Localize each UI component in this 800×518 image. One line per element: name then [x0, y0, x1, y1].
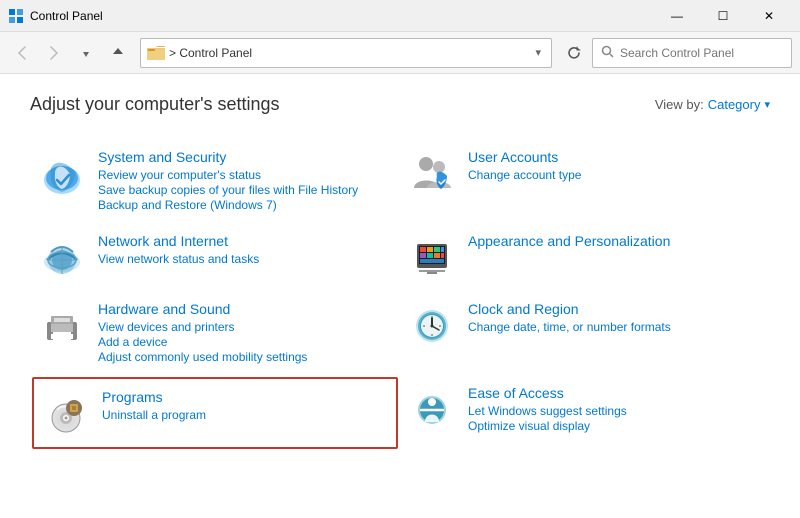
address-folder-icon: [147, 44, 165, 62]
ease-of-access-icon: [408, 385, 456, 433]
system-security-link-3[interactable]: Backup and Restore (Windows 7): [98, 198, 392, 212]
hardware-sound-item[interactable]: Hardware and Sound View devices and prin…: [30, 291, 400, 375]
maximize-button[interactable]: ☐: [700, 0, 746, 32]
hardware-sound-link-1[interactable]: View devices and printers: [98, 320, 392, 334]
search-input[interactable]: [620, 46, 783, 60]
user-accounts-link-1[interactable]: Change account type: [468, 168, 762, 182]
minimize-button[interactable]: —: [654, 0, 700, 32]
view-by-chevron-icon[interactable]: ▾: [764, 98, 770, 111]
appearance-personalization-item[interactable]: Appearance and Personalization: [400, 223, 770, 291]
search-icon: [601, 45, 614, 61]
clock-region-icon: [408, 301, 456, 349]
network-internet-link-1[interactable]: View network status and tasks: [98, 252, 392, 266]
refresh-button[interactable]: [560, 39, 588, 67]
address-bar[interactable]: > Control Panel ▾: [140, 38, 552, 68]
system-security-icon: [38, 149, 86, 197]
up-button[interactable]: [104, 39, 132, 67]
page-title: Adjust your computer's settings: [30, 94, 280, 115]
user-accounts-icon: [408, 149, 456, 197]
ease-of-access-link-1[interactable]: Let Windows suggest settings: [468, 404, 762, 418]
back-button[interactable]: [8, 39, 36, 67]
programs-icon: [42, 389, 90, 437]
programs-title[interactable]: Programs: [102, 389, 388, 405]
system-security-item[interactable]: System and Security Review your computer…: [30, 139, 400, 223]
programs-text: Programs Uninstall a program: [102, 389, 388, 423]
window-controls: — ☐ ✕: [654, 0, 792, 32]
address-path: > Control Panel: [169, 46, 531, 60]
ease-of-access-text: Ease of Access Let Windows suggest setti…: [468, 385, 762, 434]
address-dropdown-icon[interactable]: ▾: [531, 44, 545, 61]
ease-of-access-title[interactable]: Ease of Access: [468, 385, 762, 401]
view-by-control: View by: Category ▾: [655, 97, 770, 112]
network-internet-text: Network and Internet View network status…: [98, 233, 392, 267]
recent-locations-button[interactable]: [72, 39, 100, 67]
network-internet-item[interactable]: Network and Internet View network status…: [30, 223, 400, 291]
window-title: Control Panel: [30, 9, 654, 23]
network-internet-icon: [38, 233, 86, 281]
programs-item[interactable]: Programs Uninstall a program: [32, 377, 398, 449]
hardware-sound-link-2[interactable]: Add a device: [98, 335, 392, 349]
items-grid: System and Security Review your computer…: [30, 139, 770, 451]
clock-region-link-1[interactable]: Change date, time, or number formats: [468, 320, 762, 334]
ease-of-access-link-2[interactable]: Optimize visual display: [468, 419, 762, 433]
clock-region-item[interactable]: Clock and Region Change date, time, or n…: [400, 291, 770, 375]
user-accounts-item[interactable]: User Accounts Change account type: [400, 139, 770, 223]
hardware-sound-text: Hardware and Sound View devices and prin…: [98, 301, 392, 365]
view-by-label: View by:: [655, 97, 704, 112]
ease-of-access-item[interactable]: Ease of Access Let Windows suggest setti…: [400, 375, 770, 451]
system-security-link-2[interactable]: Save backup copies of your files with Fi…: [98, 183, 392, 197]
clock-region-title[interactable]: Clock and Region: [468, 301, 762, 317]
hardware-sound-title[interactable]: Hardware and Sound: [98, 301, 392, 317]
titlebar: Control Panel — ☐ ✕: [0, 0, 800, 32]
system-security-link-1[interactable]: Review your computer's status: [98, 168, 392, 182]
appearance-personalization-title[interactable]: Appearance and Personalization: [468, 233, 762, 249]
search-box[interactable]: [592, 38, 792, 68]
programs-link-1[interactable]: Uninstall a program: [102, 408, 388, 422]
appearance-personalization-text: Appearance and Personalization: [468, 233, 762, 252]
main-content: Adjust your computer's settings View by:…: [0, 74, 800, 518]
app-icon: [8, 8, 24, 24]
hardware-sound-icon: [38, 301, 86, 349]
close-button[interactable]: ✕: [746, 0, 792, 32]
toolbar: > Control Panel ▾: [0, 32, 800, 74]
system-security-title[interactable]: System and Security: [98, 149, 392, 165]
appearance-personalization-icon: [408, 233, 456, 281]
user-accounts-text: User Accounts Change account type: [468, 149, 762, 183]
clock-region-text: Clock and Region Change date, time, or n…: [468, 301, 762, 335]
view-by-value[interactable]: Category: [708, 97, 761, 112]
forward-button[interactable]: [40, 39, 68, 67]
network-internet-title[interactable]: Network and Internet: [98, 233, 392, 249]
page-header: Adjust your computer's settings View by:…: [30, 94, 770, 115]
hardware-sound-link-3[interactable]: Adjust commonly used mobility settings: [98, 350, 392, 364]
user-accounts-title[interactable]: User Accounts: [468, 149, 762, 165]
system-security-text: System and Security Review your computer…: [98, 149, 392, 213]
